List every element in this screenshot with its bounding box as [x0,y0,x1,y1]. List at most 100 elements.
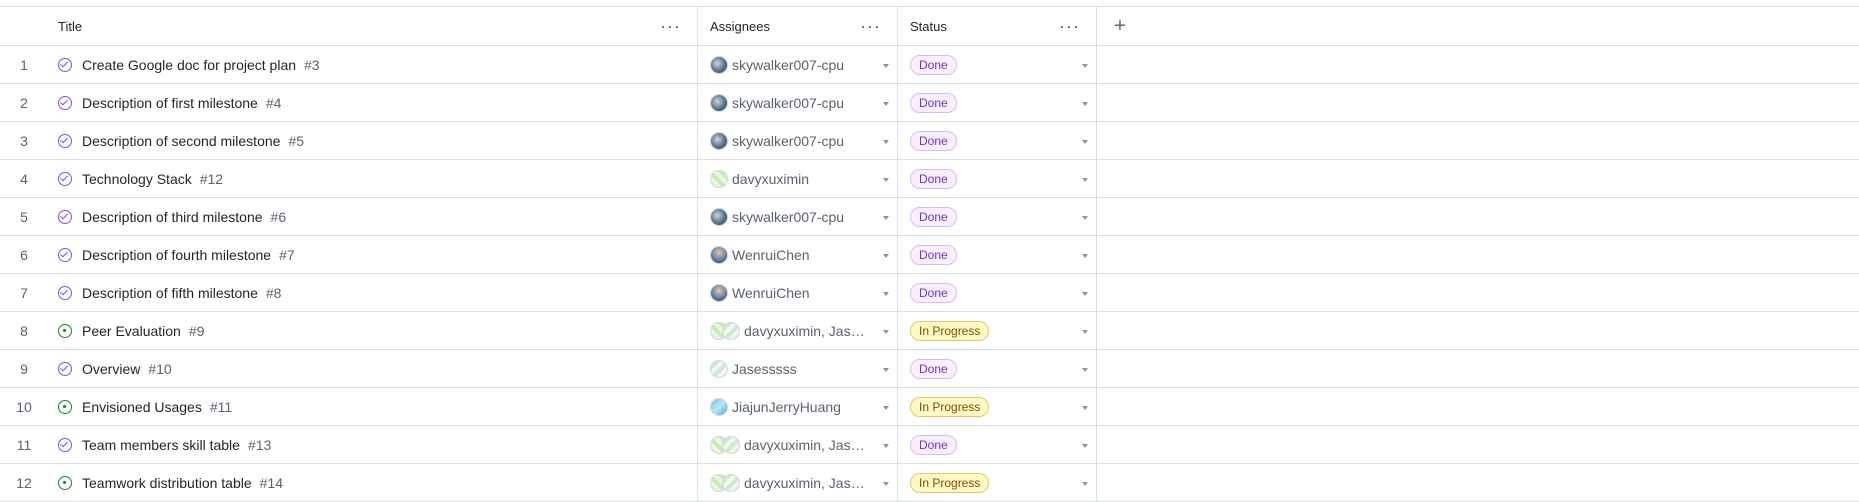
title-cell[interactable]: Teamwork distribution table #14 [48,464,697,501]
table-row[interactable]: 5 Description of third milestone #6 skyw… [0,198,1859,236]
table-row[interactable]: 10 Envisioned Usages #11 JiajunJerryHuan… [0,388,1859,426]
issue-number: #5 [288,132,305,149]
issue-title-link[interactable]: Overview [82,361,140,377]
table-row[interactable]: 12 Teamwork distribution table #14 davyx… [0,464,1859,502]
chevron-down-icon[interactable] [1082,253,1088,258]
issue-title-link[interactable]: Create Google doc for project plan [82,57,296,73]
issue-title-link[interactable]: Description of second milestone [82,133,280,149]
assignees-cell[interactable]: WenruiChen [697,274,897,311]
status-cell[interactable]: Done [897,160,1097,197]
assignees-cell[interactable]: davyxuximin, Jases... [697,312,897,349]
table-row[interactable]: 3 Description of second milestone #5 sky… [0,122,1859,160]
chevron-down-icon[interactable] [883,253,889,258]
issue-title-link[interactable]: Envisioned Usages [82,399,202,415]
assignees-cell[interactable]: skywalker007-cpu [697,84,897,121]
column-title-more-icon[interactable]: ··· [660,17,681,35]
closed-issue-icon [58,209,72,224]
chevron-down-icon[interactable] [883,63,889,68]
chevron-down-icon[interactable] [1082,177,1088,182]
avatar [722,435,740,454]
chevron-down-icon[interactable] [1082,329,1088,334]
assignees-cell[interactable]: davyxuximin [697,160,897,197]
column-header-assignees[interactable]: Assignees ··· [697,7,897,45]
title-cell[interactable]: Peer Evaluation #9 [48,312,697,349]
table-body: 1 Create Google doc for project plan #3 … [0,46,1859,502]
table-row[interactable]: 11 Team members skill table #13 davyxuxi… [0,426,1859,464]
status-cell[interactable]: Done [897,274,1097,311]
chevron-down-icon[interactable] [883,215,889,220]
table-row[interactable]: 7 Description of fifth milestone #8 Wenr… [0,274,1859,312]
chevron-down-icon[interactable] [1082,291,1088,296]
status-cell[interactable]: In Progress [897,312,1097,349]
status-cell[interactable]: Done [897,198,1097,235]
status-cell[interactable]: Done [897,122,1097,159]
title-cell[interactable]: Description of second milestone #5 [48,122,697,159]
issue-title-link[interactable]: Team members skill table [82,437,240,453]
issue-title-link[interactable]: Description of fourth milestone [82,247,271,263]
assignees-cell[interactable]: WenruiChen [697,236,897,273]
assignees-cell[interactable]: JiajunJerryHuang [697,388,897,425]
status-cell[interactable]: Done [897,426,1097,463]
chevron-down-icon[interactable] [1082,481,1088,486]
row-number: 8 [20,322,28,339]
chevron-down-icon[interactable] [1082,63,1088,68]
chevron-down-icon[interactable] [1082,101,1088,106]
title-cell[interactable]: Description of fourth milestone #7 [48,236,697,273]
chevron-down-icon[interactable] [883,177,889,182]
table-row[interactable]: 9 Overview #10 Jasesssss Done [0,350,1859,388]
chevron-down-icon[interactable] [1082,443,1088,448]
title-cell[interactable]: Description of first milestone #4 [48,84,697,121]
chevron-down-icon[interactable] [883,139,889,144]
table-row[interactable]: 1 Create Google doc for project plan #3 … [0,46,1859,84]
issue-title-link[interactable]: Description of fifth milestone [82,285,258,301]
issue-title-link[interactable]: Technology Stack [82,171,192,187]
title-cell[interactable]: Description of fifth milestone #8 [48,274,697,311]
status-cell[interactable]: In Progress [897,464,1097,501]
title-cell[interactable]: Team members skill table #13 [48,426,697,463]
chevron-down-icon[interactable] [883,405,889,410]
title-cell[interactable]: Overview #10 [48,350,697,387]
issue-title-link[interactable]: Description of first milestone [82,95,258,111]
avatar [710,131,728,150]
table-row[interactable]: 8 Peer Evaluation #9 davyxuximin, Jases.… [0,312,1859,350]
assignee-name: skywalker007-cpu [732,132,845,149]
column-status-more-icon[interactable]: ··· [1059,17,1080,35]
status-cell[interactable]: Done [897,236,1097,273]
issue-title-link[interactable]: Description of third milestone [82,209,263,225]
chevron-down-icon[interactable] [883,101,889,106]
assignees-cell[interactable]: Jasesssss [697,350,897,387]
avatar [722,321,740,340]
column-header-title[interactable]: Title ··· [48,7,697,45]
title-cell[interactable]: Create Google doc for project plan #3 [48,46,697,83]
add-field-button[interactable]: + [1097,7,1143,45]
row-number: 2 [20,94,28,111]
assignees-cell[interactable]: davyxuximin, Jases... [697,464,897,501]
chevron-down-icon[interactable] [883,367,889,372]
table-row[interactable]: 6 Description of fourth milestone #7 Wen… [0,236,1859,274]
chevron-down-icon[interactable] [883,481,889,486]
column-header-status[interactable]: Status ··· [897,7,1097,45]
assignees-cell[interactable]: skywalker007-cpu [697,122,897,159]
chevron-down-icon[interactable] [1082,405,1088,410]
title-cell[interactable]: Envisioned Usages #11 [48,388,697,425]
assignees-cell[interactable]: skywalker007-cpu [697,198,897,235]
chevron-down-icon[interactable] [883,329,889,334]
table-row[interactable]: 2 Description of first milestone #4 skyw… [0,84,1859,122]
status-cell[interactable]: Done [897,46,1097,83]
issue-title-link[interactable]: Peer Evaluation [82,323,181,339]
status-cell[interactable]: Done [897,350,1097,387]
assignees-cell[interactable]: davyxuximin, Jases... [697,426,897,463]
chevron-down-icon[interactable] [1082,215,1088,220]
chevron-down-icon[interactable] [883,291,889,296]
chevron-down-icon[interactable] [1082,367,1088,372]
table-row[interactable]: 4 Technology Stack #12 davyxuximin Done [0,160,1859,198]
title-cell[interactable]: Description of third milestone #6 [48,198,697,235]
title-cell[interactable]: Technology Stack #12 [48,160,697,197]
column-assignees-more-icon[interactable]: ··· [860,17,881,35]
status-cell[interactable]: In Progress [897,388,1097,425]
chevron-down-icon[interactable] [883,443,889,448]
issue-title-link[interactable]: Teamwork distribution table [82,475,252,491]
status-cell[interactable]: Done [897,84,1097,121]
assignees-cell[interactable]: skywalker007-cpu [697,46,897,83]
chevron-down-icon[interactable] [1082,139,1088,144]
